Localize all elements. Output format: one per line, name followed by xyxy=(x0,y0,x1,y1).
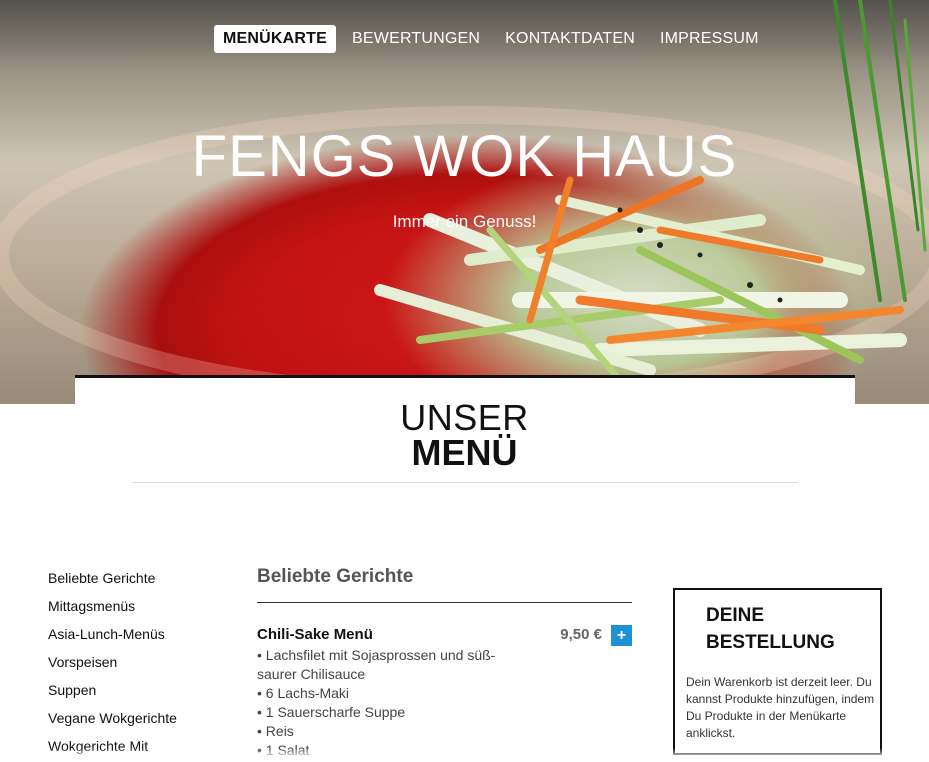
sidebar-item-beliebte-gerichte[interactable]: Beliebte Gerichte xyxy=(48,566,177,594)
dish-description-line: • 1 Sauerscharfe Suppe xyxy=(257,704,406,720)
menu-section-heading: UNSER MENÜ xyxy=(0,397,929,473)
menu-heading-line1: UNSER xyxy=(400,397,529,438)
nav-item-impressum[interactable]: IMPRESSUM xyxy=(651,25,768,53)
dish-item[interactable]: Chili-Sake Menü 9,50 € + • Lachsfilet mi… xyxy=(257,624,632,760)
sidebar-item-vegane-wokgerichte[interactable]: Vegane Wokgerichte xyxy=(48,706,177,734)
scroll-fade xyxy=(0,748,929,758)
cart-empty-message: Dein Warenkorb ist derzeit leer. Du kann… xyxy=(686,675,875,740)
dish-description: • Lachsfilet mit Sojasprossen und süß- s… xyxy=(257,646,517,760)
dish-price: 9,50 € xyxy=(560,626,602,643)
sidebar-item-vorspeisen[interactable]: Vorspeisen xyxy=(48,650,177,678)
nav-item-kontaktdaten[interactable]: KONTAKTDATEN xyxy=(496,25,644,53)
order-cart-panel: DEINE BESTELLUNG Dein Warenkorb ist derz… xyxy=(673,588,882,755)
add-to-cart-button[interactable]: + xyxy=(611,625,632,646)
restaurant-title: FENGS WOK HAUS xyxy=(191,124,738,189)
sidebar-item-suppen[interactable]: Suppen xyxy=(48,678,177,706)
main-nav: MENÜKARTE BEWERTUNGEN KONTAKTDATEN IMPRE… xyxy=(214,25,775,53)
dish-description-line: • 6 Lachs-Maki xyxy=(257,685,350,701)
hero-food-image xyxy=(0,0,929,404)
order-title: DEINE BESTELLUNG xyxy=(706,605,835,653)
category-title: Beliebte Gerichte xyxy=(257,566,414,587)
dish-description-line: • Reis xyxy=(257,723,294,739)
dish-description-line: saurer Chilisauce xyxy=(257,666,366,682)
dish-description-line: • Lachsfilet mit Sojasprossen und süß- xyxy=(257,647,496,663)
category-sidebar: Beliebte Gerichte Mittagsmenüs Asia-Lunc… xyxy=(48,566,177,762)
hero-banner: MENÜKARTE BEWERTUNGEN KONTAKTDATEN IMPRE… xyxy=(0,0,929,404)
menu-heading-line2: MENÜ xyxy=(411,432,518,473)
restaurant-tagline: Immer ein Genuss! xyxy=(392,212,537,231)
divider xyxy=(132,482,798,483)
sidebar-item-mittagsmenues[interactable]: Mittagsmenüs xyxy=(48,594,177,622)
sidebar-item-asia-lunch-menues[interactable]: Asia-Lunch-Menüs xyxy=(48,622,177,650)
divider xyxy=(257,602,632,603)
nav-item-menuekarte[interactable]: MENÜKARTE xyxy=(214,25,337,53)
nav-item-bewertungen[interactable]: BEWERTUNGEN xyxy=(343,25,489,53)
